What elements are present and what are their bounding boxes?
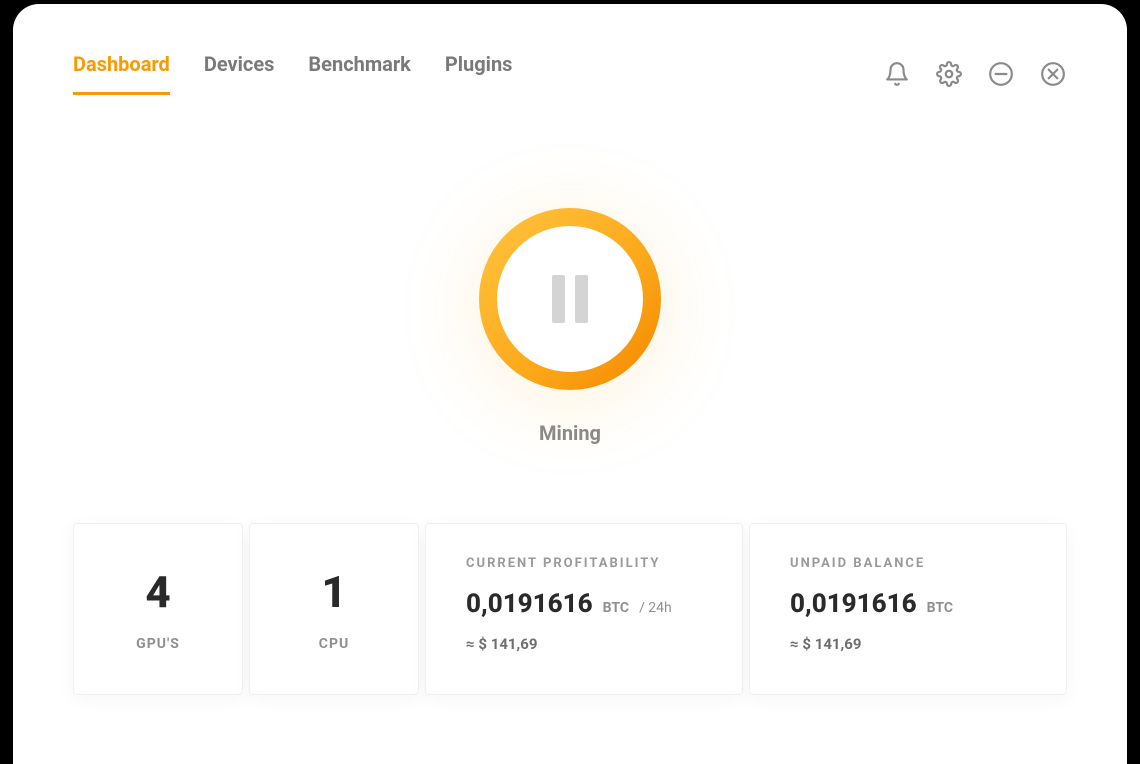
cpu-card: 1 CPU bbox=[249, 523, 419, 695]
bell-icon[interactable] bbox=[883, 60, 911, 88]
tab-dashboard[interactable]: Dashboard bbox=[73, 52, 170, 95]
window-controls bbox=[883, 60, 1067, 88]
balance-value: 0,0191616 bbox=[790, 589, 917, 619]
profitability-period: / 24h bbox=[639, 600, 672, 616]
profitability-value: 0,0191616 bbox=[466, 589, 593, 619]
pause-icon bbox=[552, 275, 588, 323]
mining-toggle-button[interactable] bbox=[476, 205, 664, 393]
gear-icon[interactable] bbox=[935, 60, 963, 88]
mining-status-label: Mining bbox=[539, 421, 601, 445]
minimize-icon[interactable] bbox=[987, 60, 1015, 88]
profitability-card: CURRENT PROFITABILITY 0,0191616 BTC / 24… bbox=[425, 523, 743, 695]
gpu-card: 4 GPU'S bbox=[73, 523, 243, 695]
tab-devices[interactable]: Devices bbox=[204, 52, 275, 95]
close-icon[interactable] bbox=[1039, 60, 1067, 88]
balance-unit: BTC bbox=[927, 600, 953, 616]
profitability-unit: BTC bbox=[603, 600, 629, 616]
app-window: Dashboard Devices Benchmark Plugins bbox=[13, 4, 1127, 764]
balance-card: UNPAID BALANCE 0,0191616 BTC ≈ $ 141,69 bbox=[749, 523, 1067, 695]
gpu-count-label: GPU'S bbox=[136, 636, 180, 652]
balance-approx: ≈ $ 141,69 bbox=[790, 635, 1026, 653]
balance-title: UNPAID BALANCE bbox=[790, 556, 1026, 571]
cpu-count-value: 1 bbox=[321, 566, 346, 618]
tab-plugins[interactable]: Plugins bbox=[445, 52, 513, 95]
gpu-count-value: 4 bbox=[145, 566, 170, 618]
tab-benchmark[interactable]: Benchmark bbox=[308, 52, 410, 95]
stats-row: 4 GPU'S 1 CPU CURRENT PROFITABILITY 0,01… bbox=[73, 523, 1067, 695]
topbar: Dashboard Devices Benchmark Plugins bbox=[73, 52, 1067, 95]
profitability-title: CURRENT PROFITABILITY bbox=[466, 556, 702, 571]
cpu-count-label: CPU bbox=[319, 636, 349, 652]
main-tabs: Dashboard Devices Benchmark Plugins bbox=[73, 52, 512, 95]
mining-section: Mining bbox=[73, 205, 1067, 445]
profitability-approx: ≈ $ 141,69 bbox=[466, 635, 702, 653]
